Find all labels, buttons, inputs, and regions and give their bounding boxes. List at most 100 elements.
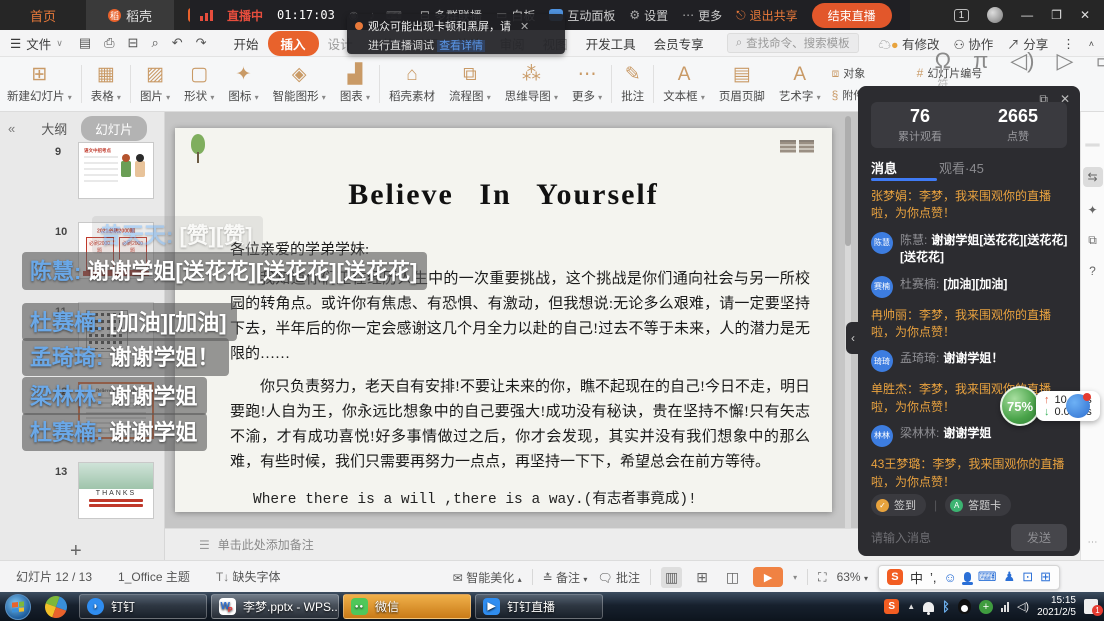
ime-keyboard-icon[interactable]: ⌨ <box>978 569 997 585</box>
tab-开发工具[interactable]: 开发工具 <box>577 31 645 56</box>
properties-icon[interactable]: ⇆ <box>1083 167 1103 187</box>
qq-icon[interactable] <box>958 599 971 614</box>
audio-item[interactable]: ◁) <box>1010 48 1034 74</box>
live-settings-button[interactable]: ⚙设置 <box>629 7 668 24</box>
panel-collapse-icon[interactable]: « <box>8 121 15 136</box>
home-tab[interactable]: 首页 <box>30 6 56 25</box>
ribbon-item-图表[interactable]: ▟图表 ▾ <box>333 58 377 110</box>
ribbon-item-图片[interactable]: ▨图片 ▾ <box>133 58 177 110</box>
volume-icon[interactable]: ◁) <box>1017 600 1029 613</box>
save-icon[interactable]: ▤ <box>79 35 91 51</box>
end-live-button[interactable]: 结束直播 <box>812 3 892 28</box>
ribbon-item-图标[interactable]: ✦图标 ▾ <box>221 58 265 110</box>
slide-canvas[interactable]: Believe In Yourself 各位亲爱的学弟学妹: 我知道你们正在经历… <box>175 128 832 512</box>
tab-开始[interactable]: 开始 <box>225 31 268 56</box>
slide-thumbnail-13[interactable]: THANKS <box>78 462 154 519</box>
send-button[interactable]: 发送 <box>1011 524 1067 551</box>
tab-slides[interactable]: 幻灯片 <box>81 116 147 141</box>
account-avatar[interactable] <box>987 7 1003 23</box>
toast-detail-link[interactable]: 查看详情 <box>437 40 485 52</box>
network-signal-icon[interactable] <box>1001 601 1009 612</box>
ribbon-item-更多[interactable]: ⋯更多 ▾ <box>565 58 609 110</box>
chat-input[interactable]: 请输入消息 <box>871 529 931 546</box>
checkin-button[interactable]: ✓签到 <box>871 494 926 516</box>
input-method-bar[interactable]: S 中 ’, ☺ ⌨ ♟ ⊡ ⊞ <box>878 565 1060 590</box>
bluetooth-icon[interactable]: ᛒ <box>942 599 950 614</box>
tab-会员专享[interactable]: 会员专享 <box>645 31 713 56</box>
reading-view-icon[interactable]: ◫ <box>722 567 743 588</box>
slideshow-play-button[interactable]: ▶ <box>753 567 783 587</box>
ribbon-item-页眉页脚[interactable]: ▤页眉页脚 <box>712 58 772 110</box>
tab-插入[interactable]: 插入 <box>268 31 319 56</box>
slide-thumbnail-9[interactable]: 语文中招考点 <box>78 142 154 199</box>
missing-font-warning[interactable]: T↓ 缺失字体 <box>216 568 281 585</box>
start-button[interactable] <box>5 594 31 620</box>
tab-outline[interactable]: 大纲 <box>41 119 67 138</box>
chat-message-list[interactable]: 张梦娟：李梦，我来围观你的直播啦，为你点赞！陈慧陈慧:谢谢学姐[送花花][送花花… <box>871 188 1069 488</box>
ime-punct[interactable]: ’, <box>930 570 937 585</box>
notification-ball-icon[interactable] <box>1066 394 1090 418</box>
export-icon[interactable]: ⎙ <box>104 35 114 51</box>
beautify-button[interactable]: ✉ 智能美化 ▴ <box>453 569 522 586</box>
file-menu[interactable]: ☰文件∨ <box>10 34 63 53</box>
sync-status[interactable]: ☁● 有修改 <box>878 34 939 53</box>
slides-copy-icon[interactable]: ⧉ <box>1088 233 1097 248</box>
antivirus-icon[interactable]: + <box>979 600 993 614</box>
quiz-card-button[interactable]: A答题卡 <box>945 494 1011 516</box>
command-search[interactable]: ⌕查找命令、搜索模板 <box>727 33 859 53</box>
ribbon-item-文本框[interactable]: A文本框 ▾ <box>656 58 712 110</box>
collapse-ribbon-icon[interactable]: ˄ <box>1089 39 1094 49</box>
more-tools-icon[interactable]: ⋯ <box>1088 537 1098 548</box>
notes-toggle[interactable]: ≛ 备注 ▾ <box>543 569 588 586</box>
hidden-icons-arrow[interactable]: ▲ <box>907 602 915 611</box>
help-icon[interactable]: ? <box>1089 264 1096 278</box>
tray-clock[interactable]: 15:15 2021/2/5 <box>1037 595 1076 619</box>
action-center-icon[interactable]: 1 <box>1084 599 1098 614</box>
tab-messages[interactable]: 消息 <box>871 158 897 177</box>
ribbon-item-批注[interactable]: ✎批注 <box>614 58 651 110</box>
ime-emoji-icon[interactable]: ☺ <box>943 570 956 585</box>
zoom-level[interactable]: 63% ▾ <box>837 570 868 584</box>
beautify-wand-icon[interactable]: ✦ <box>1087 203 1097 217</box>
ime-mic-icon[interactable] <box>964 572 971 582</box>
drag-handle-icon[interactable]: ══ <box>1085 140 1099 151</box>
docer-tab[interactable]: 稻 稻壳 <box>86 0 174 30</box>
video-item[interactable]: ▷ <box>1057 48 1074 74</box>
taskbar-app-wechat[interactable]: 微信 <box>343 594 471 619</box>
fit-slide-icon[interactable]: ⛶ <box>818 570 826 585</box>
minimize-button[interactable]: — <box>1021 8 1033 22</box>
theme-name[interactable]: 1_Office 主题 <box>118 568 190 585</box>
bell-icon[interactable] <box>923 602 934 612</box>
ribbon-item-新建幻灯片[interactable]: ⊞新建幻灯片 ▾ <box>0 58 79 110</box>
tab-watching[interactable]: 观看·45 <box>939 158 984 177</box>
comments-toggle[interactable]: 🗨 批注 <box>597 569 640 586</box>
taskbar-app-wps[interactable]: WP李梦.pptx - WPS... <box>211 594 339 619</box>
ime-person-icon[interactable]: ♟ <box>1004 569 1016 585</box>
ribbon-item-思维导图[interactable]: ⁂思维导图 ▾ <box>498 58 565 110</box>
undo-icon[interactable]: ↶ <box>172 35 183 51</box>
memory-percent-ball[interactable]: 75% <box>1000 386 1040 426</box>
network-speed-widget[interactable]: 75% ↑10.4K/s ↓0.08K/s <box>1000 386 1100 426</box>
ime-skin-icon[interactable]: ⊡ <box>1022 569 1033 585</box>
slide-sorter-icon[interactable]: ⊞ <box>692 567 712 588</box>
taskbar-app-ding[interactable]: ◗钉钉 <box>79 594 207 619</box>
close-button[interactable]: ✕ <box>1080 8 1090 22</box>
taskbar-app-dinglive[interactable]: ▶钉钉直播 <box>475 594 603 619</box>
sogou-tray-icon[interactable]: S <box>884 599 899 614</box>
browser-360-icon[interactable] <box>42 592 70 620</box>
exit-share-button[interactable]: ⎋退出共享 <box>736 7 798 24</box>
chat-panel-collapse-tab[interactable]: ‹ <box>846 322 860 354</box>
live-more-button[interactable]: ⋯更多 <box>682 7 722 24</box>
ribbon-item-智能图形[interactable]: ◈智能图形 ▾ <box>266 58 333 110</box>
ribbon-item-形状[interactable]: ▢形状 ▾ <box>177 58 221 110</box>
ime-grid-icon[interactable]: ⊞ <box>1040 569 1051 585</box>
normal-view-icon[interactable]: ▥ <box>661 567 682 588</box>
ime-lang[interactable]: 中 <box>910 568 923 587</box>
ribbon-item-流程图[interactable]: ⧉流程图 ▾ <box>442 58 498 110</box>
ribbon-item-对象[interactable]: ⧈对象 <box>832 62 917 84</box>
restore-button[interactable]: ❐ <box>1051 8 1062 22</box>
print-preview-icon[interactable]: ⌕ <box>151 35 158 51</box>
ribbon-item-稻壳素材[interactable]: ⌂稻壳素材 <box>382 58 442 110</box>
doc-count-badge[interactable]: 1 <box>954 9 970 22</box>
redo-icon[interactable]: ↷ <box>196 35 207 51</box>
